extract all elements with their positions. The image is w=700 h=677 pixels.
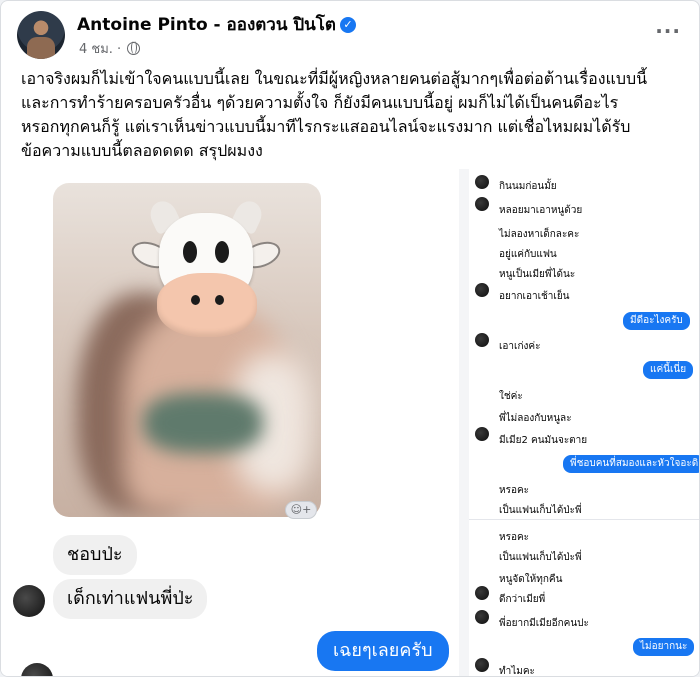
sender-avatar (475, 333, 489, 347)
chat-screenshot-large: ☺+ ชอบป่ะ เด็กเท่าแฟนพี่ป่ะ เฉยๆเลยครับ (1, 169, 459, 676)
author-avatar[interactable] (17, 11, 65, 59)
message-bubble: ดีกว่าเมียพี่ (499, 594, 546, 605)
sender-avatar (475, 586, 489, 600)
blurred-photo (53, 183, 321, 517)
post-header: Antoine Pinto - อองตวน ปินโต ✓ 4 ชม. · ··… (1, 1, 699, 65)
reply-bubble: พี่ชอบคนที่สมองและหัวใจอะดิ (563, 455, 699, 473)
message-bubble: หนูจัดให้ทุกคืน (499, 574, 563, 585)
reply-bubble: แค่นี้เนี่ย (643, 361, 694, 379)
post-text: เอาจริงผมก็ไม่เข้าใจคนแบบนี้เลย ในขณะที่… (21, 67, 691, 163)
message-bubble: หลอยมาเอาหนูด้วย (499, 205, 583, 216)
sender-avatar (13, 585, 45, 617)
chat-screenshot-small-2: หรอคะ เป็นแฟนเก็บได้ป่ะพี่ หนูจัดให้ทุกค… (469, 519, 699, 677)
message-bubble: ชอบป่ะ (53, 535, 137, 575)
reply-bubble: เฉยๆเลยครับ (317, 631, 449, 671)
message-bubble: หรอคะ (499, 532, 530, 543)
message-bubble: เอาเก่งค่ะ (499, 341, 541, 352)
message-bubble: ไม่ลองหาเด็กละคะ (499, 229, 580, 240)
author-name-text[interactable]: Antoine Pinto - อองตวน ปินโต (77, 15, 336, 35)
sender-avatar (475, 610, 489, 624)
message-bubble: อยากเอาเช้าเย็น (499, 291, 570, 302)
chat-screenshot-small-1: กินนมก่อนมั้ย หลอยมาเอาหนูด้วย ไม่ลองหาเ… (469, 169, 699, 529)
message-bubble: ทำไมคะ (499, 666, 535, 677)
cow-face-emoji-icon (128, 195, 284, 345)
post-image[interactable]: ☺+ ชอบป่ะ เด็กเท่าแฟนพี่ป่ะ เฉยๆเลยครับ … (1, 169, 699, 677)
reply-bubble: ไม่อยากนะ (633, 638, 695, 656)
message-bubble: มีเมีย2 คนมันจะตาย (499, 435, 588, 446)
post-text-line: หรอกทุกคนก็รู้ แต่เราเห็นข่าวแบบนี้มาทีไ… (21, 117, 631, 136)
message-bubble: หนูเป็นเมียพี่ได้นะ (499, 269, 576, 280)
message-bubble: กินนมก่อนมั้ย (499, 181, 557, 192)
globe-icon (127, 41, 141, 55)
sender-avatar (475, 175, 489, 189)
sender-avatar (475, 283, 489, 297)
post-text-line: และการทำร้ายครอบครัวอื่น ๆด้วยความตั้งใจ… (21, 93, 619, 112)
reply-bubble: มีดีอะไงครับ (623, 312, 690, 330)
add-reaction-icon[interactable]: ☺+ (285, 501, 317, 519)
message-bubble: หรอคะ (499, 485, 530, 496)
facebook-post: Antoine Pinto - อองตวน ปินโต ✓ 4 ชม. · ··… (0, 0, 700, 677)
sender-avatar (475, 427, 489, 441)
verified-badge-icon: ✓ (339, 17, 356, 33)
message-bubble: อยู่แค่กับแฟน (499, 249, 557, 260)
more-options-button[interactable]: ··· (655, 21, 681, 41)
message-bubble: เด็กเท่าแฟนพี่ป่ะ (53, 579, 208, 619)
post-meta: 4 ชม. · (79, 38, 141, 59)
post-text-line: ข้อความแบบนี้ตลอดดดด สรุปผมงง (21, 141, 263, 160)
post-text-line: เอาจริงผมก็ไม่เข้าใจคนแบบนี้เลย ในขณะที่… (21, 69, 648, 88)
post-time[interactable]: 4 ชม. · (79, 42, 121, 57)
message-bubble: ใช่ค่ะ (499, 391, 523, 402)
message-bubble: เป็นแฟนเก็บได้ป่ะพี่ (499, 552, 582, 563)
message-bubble: เป็นแฟนเก็บได้ป่ะพี่ (499, 505, 582, 516)
sender-avatar (475, 658, 489, 672)
message-bubble: พี่อยากมีเมียอีกคนปะ (499, 618, 589, 629)
sender-avatar (21, 663, 53, 676)
message-bubble: พี่ไม่ลองกับหนูละ (499, 413, 572, 424)
author-name[interactable]: Antoine Pinto - อองตวน ปินโต ✓ (77, 11, 356, 38)
sender-avatar (475, 197, 489, 211)
